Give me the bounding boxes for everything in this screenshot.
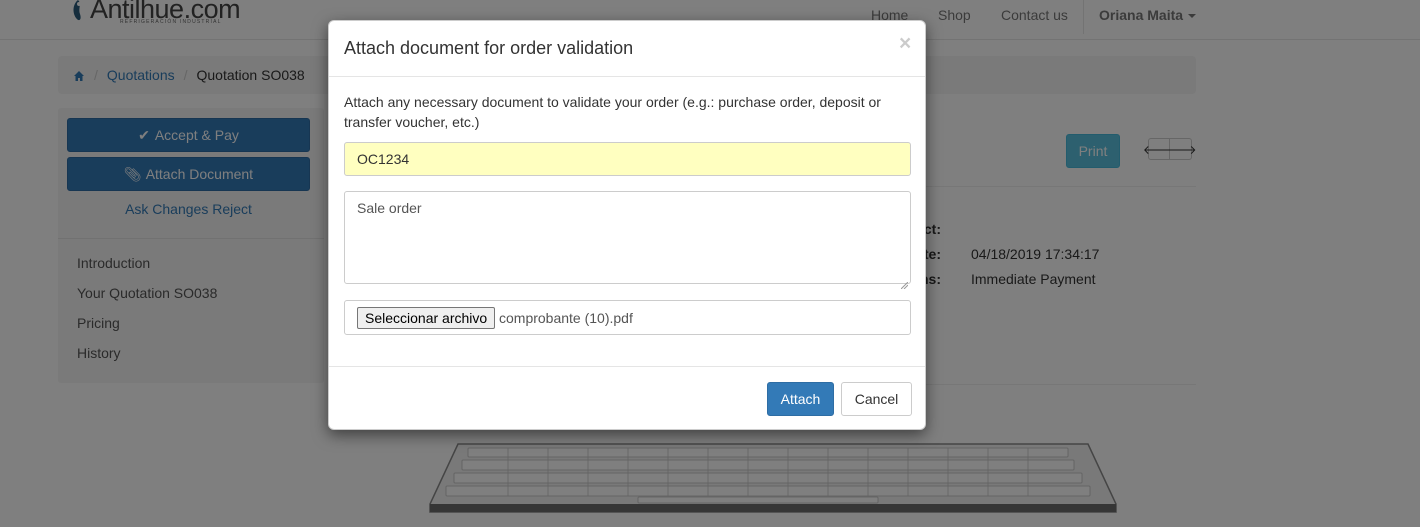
attach-button[interactable]: Attach — [767, 382, 834, 416]
cancel-button[interactable]: Cancel — [841, 382, 912, 416]
close-icon[interactable]: × — [899, 33, 911, 55]
attach-document-modal: Attach document for order validation × A… — [328, 20, 926, 430]
file-upload-field: Seleccionar archivo comprobante (10).pdf — [344, 300, 911, 335]
modal-header: Attach document for order validation × — [329, 21, 925, 77]
notes-textarea[interactable]: Sale order — [344, 191, 911, 290]
resize-grip-icon[interactable] — [900, 274, 909, 290]
choose-file-button[interactable]: Seleccionar archivo — [357, 307, 496, 329]
modal-footer-divider — [329, 366, 925, 367]
modal-title: Attach document for order validation — [344, 38, 634, 58]
reference-input[interactable]: OC1234 — [344, 142, 911, 176]
modal-description: Attach any necessary document to validat… — [344, 94, 881, 130]
notes-text: Sale order — [357, 200, 422, 216]
selected-file-name: comprobante (10).pdf — [499, 310, 633, 326]
